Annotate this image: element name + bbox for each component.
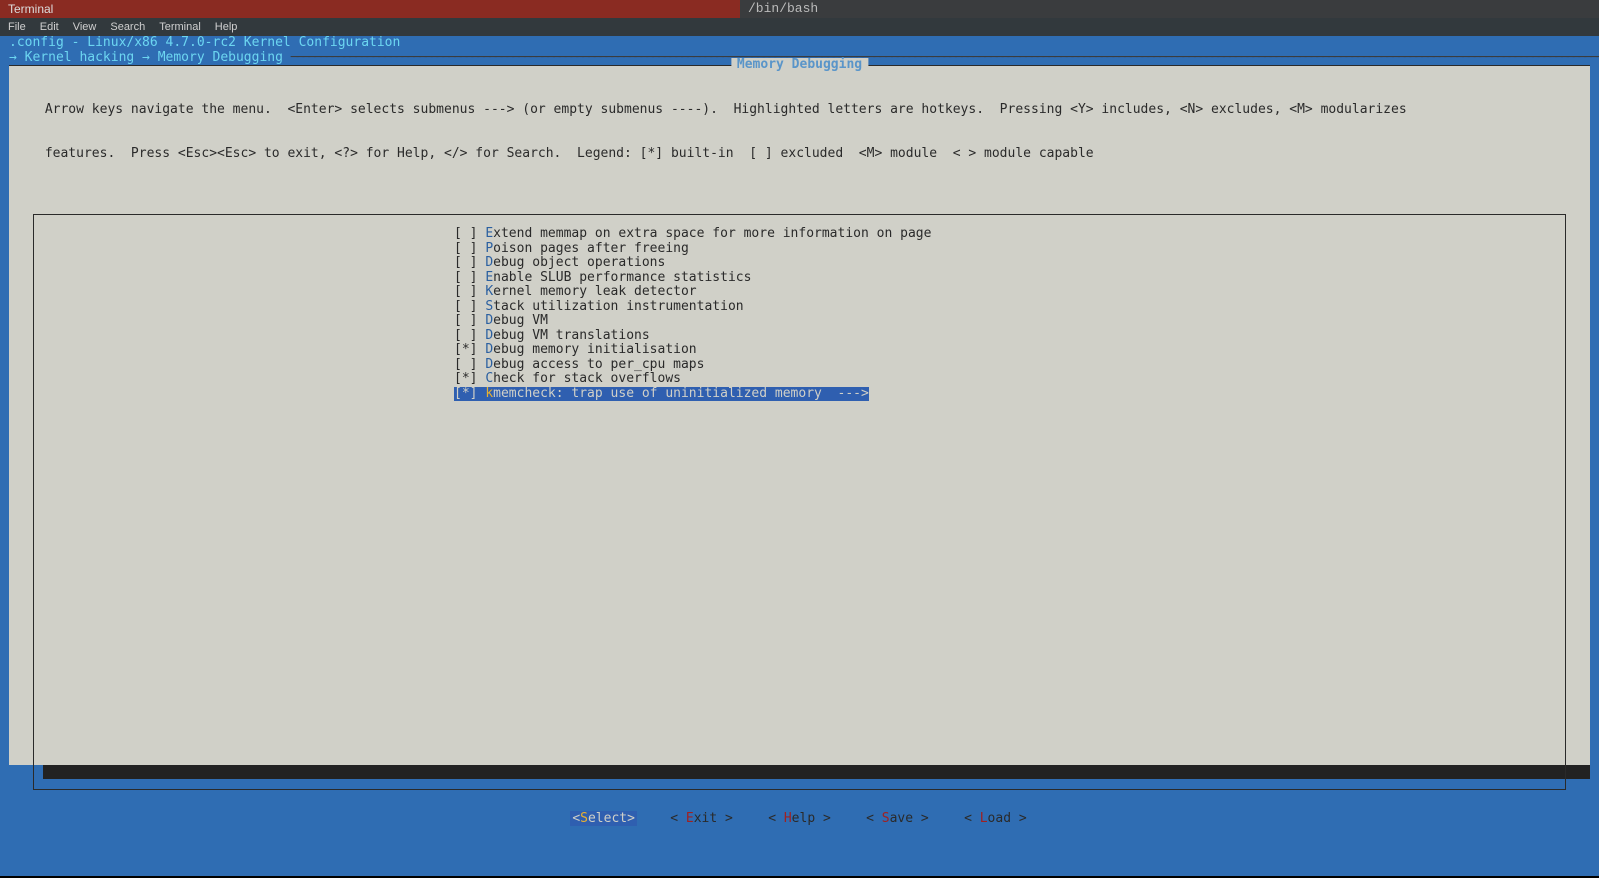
option-row[interactable]: [ ] Debug VM translations [454, 329, 1565, 344]
terminal-body: .config - Linux/x86 4.7.0-rc2 Kernel Con… [0, 36, 1599, 876]
options-list[interactable]: [ ] Extend memmap on extra space for mor… [33, 214, 1566, 790]
menu-help[interactable]: Help [215, 20, 238, 35]
menu-terminal[interactable]: Terminal [159, 20, 201, 35]
menu-view[interactable]: View [73, 20, 97, 35]
nav-button[interactable]: <Select> [570, 811, 637, 826]
config-title: .config - Linux/x86 4.7.0-rc2 Kernel Con… [3, 36, 1596, 51]
menu-search[interactable]: Search [110, 20, 145, 35]
option-row[interactable]: [*] Check for stack overflows [454, 372, 1565, 387]
option-row[interactable]: [ ] Poison pages after freeing [454, 242, 1565, 257]
nav-button[interactable]: < Load > [962, 811, 1029, 826]
option-row[interactable]: [ ] Debug access to per_cpu maps [454, 358, 1565, 373]
option-row[interactable]: [ ] Stack utilization instrumentation [454, 300, 1565, 315]
window-process: /bin/bash [740, 0, 826, 18]
nav-button[interactable]: < Exit > [668, 811, 735, 826]
window-title: Terminal [0, 0, 740, 18]
help-text: Arrow keys navigate the menu. <Enter> se… [9, 66, 1590, 190]
option-row[interactable]: [ ] Enable SLUB performance statistics [454, 271, 1565, 286]
option-row[interactable]: [*] Debug memory initialisation [454, 343, 1565, 358]
option-row[interactable]: [ ] Extend memmap on extra space for mor… [454, 227, 1565, 242]
option-row[interactable]: [ ] Debug VM [454, 314, 1565, 329]
option-row[interactable]: [ ] Debug object operations [454, 256, 1565, 271]
nav-button[interactable]: < Help > [766, 811, 833, 826]
option-row[interactable]: [*] kmemcheck: trap use of uninitialized… [454, 387, 869, 402]
menubar: File Edit View Search Terminal Help [0, 18, 1599, 36]
section-title: Memory Debugging [731, 58, 868, 73]
bottom-buttons: <Select> < Exit > < Help > < Save > < Lo… [9, 812, 1590, 827]
menu-edit[interactable]: Edit [40, 20, 59, 35]
menu-file[interactable]: File [8, 20, 26, 35]
window-titlebar: Terminal /bin/bash [0, 0, 1599, 18]
nav-button[interactable]: < Save > [864, 811, 931, 826]
menuconfig-panel: Memory Debugging Arrow keys navigate the… [9, 65, 1590, 765]
option-row[interactable]: [ ] Kernel memory leak detector [454, 285, 1565, 300]
